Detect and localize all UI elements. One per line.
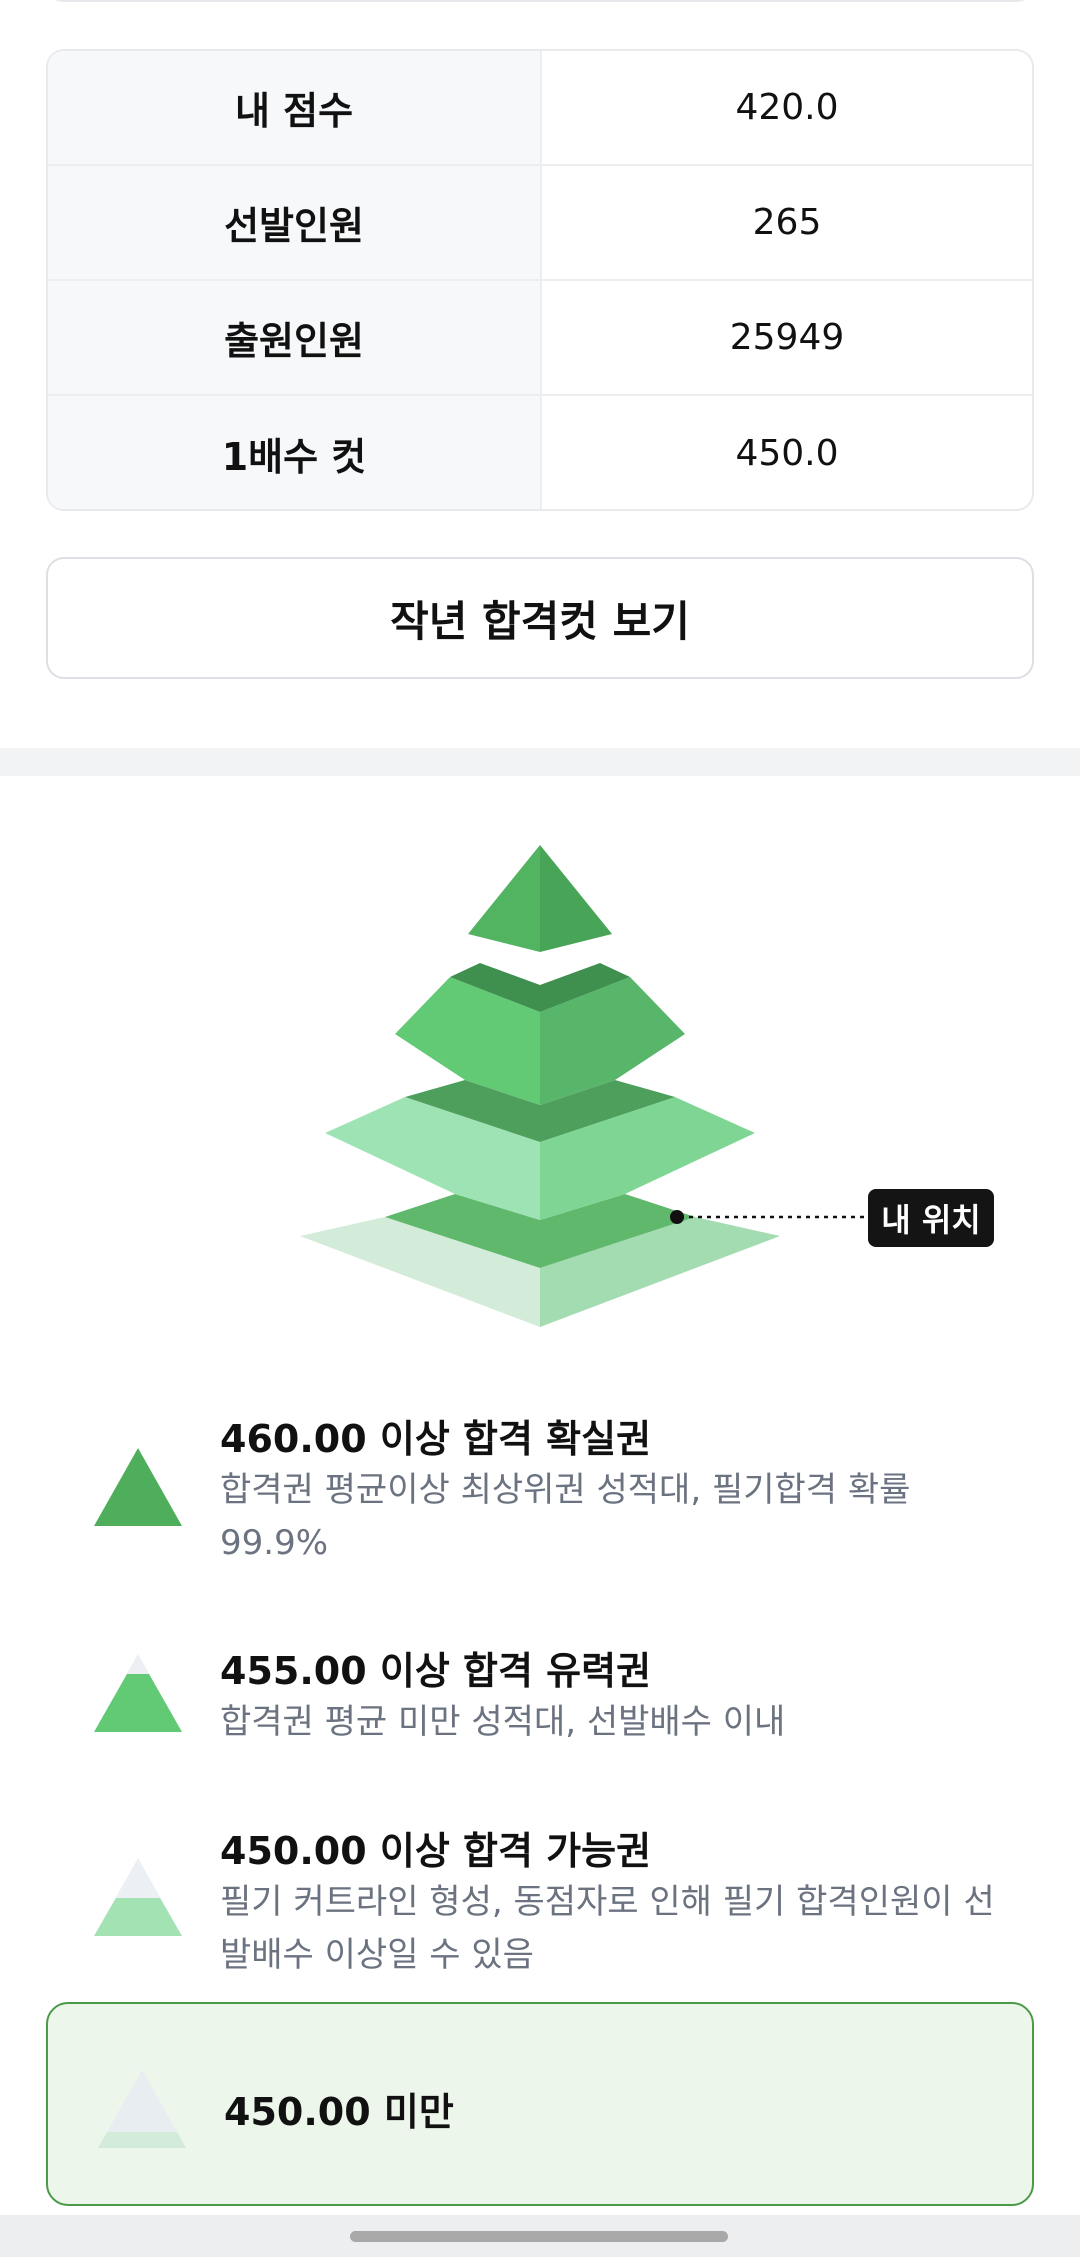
pyramid-tier-1-left <box>468 845 540 952</box>
legend-desc: 합격권 평균 미만 성적대, 선발배수 이내 <box>220 1702 786 1742</box>
view-last-year-cutoff-button[interactable]: 작년 합격컷 보기 <box>46 557 1034 679</box>
table-row: 내 점수 420.0 <box>48 51 1032 166</box>
triangle-full-icon <box>94 1448 182 1526</box>
table-row: 선발인원 265 <box>48 166 1032 281</box>
my-score-value: 420.0 <box>735 87 839 128</box>
my-position-tag: 내 위치 <box>868 1189 994 1247</box>
selection-count-label: 선발인원 <box>48 166 542 279</box>
legend-title: 460.00 이상 합격 확실권 <box>220 1417 652 1461</box>
triangle-half-filled-icon <box>94 1858 182 1936</box>
pyramid-tier-1-right <box>540 845 612 952</box>
cutoff-value: 450.0 <box>735 433 839 474</box>
score-stats-table: 내 점수 420.0 선발인원 265 출원인원 25949 1배수 컷 450… <box>46 49 1034 511</box>
table-row: 출원인원 25949 <box>48 281 1032 396</box>
home-indicator[interactable] <box>350 2231 728 2242</box>
triangle-empty-icon <box>98 2070 186 2148</box>
legend-desc: 합격권 평균이상 최상위권 성적대, 필기합격 확률 99.9% <box>220 1470 911 1563</box>
applicant-count-label: 출원인원 <box>48 281 542 394</box>
previous-card-edge <box>46 0 1034 2</box>
applicant-count-value: 25949 <box>729 317 845 358</box>
legend-item-below-selected: 450.00 미만 <box>46 2002 1034 2206</box>
legend-title: 450.00 미만 <box>224 2090 454 2134</box>
section-divider <box>0 748 1080 776</box>
table-row: 1배수 컷 450.0 <box>48 396 1032 509</box>
triangle-mostly-filled-icon <box>94 1654 182 1732</box>
selection-count-value: 265 <box>752 202 822 243</box>
my-score-label: 내 점수 <box>48 51 542 164</box>
legend-title: 455.00 이상 합격 유력권 <box>220 1649 652 1693</box>
legend-title: 450.00 이상 합격 가능권 <box>220 1829 652 1873</box>
pass-probability-pyramid <box>300 845 868 1327</box>
cutoff-label: 1배수 컷 <box>48 396 542 509</box>
legend-desc: 필기 커트라인 형성, 동점자로 인해 필기 합격인원이 선발배수 이상일 수 … <box>220 1882 995 1975</box>
